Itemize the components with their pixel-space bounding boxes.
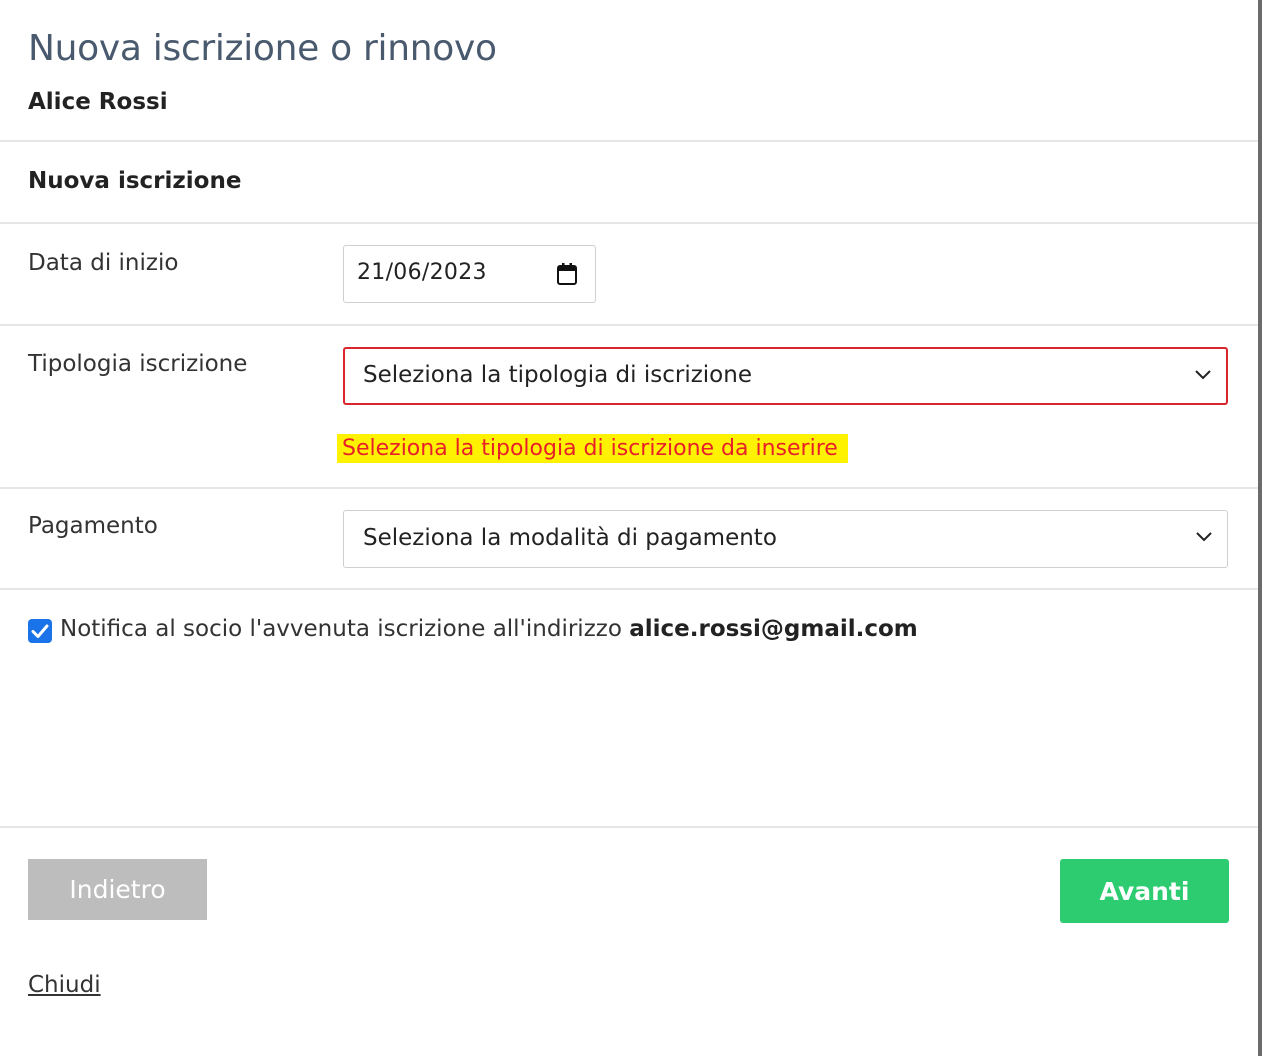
notify-checkbox[interactable]: [28, 619, 52, 643]
divider: [0, 324, 1258, 326]
divider: [0, 826, 1258, 828]
payment-label: Pagamento: [28, 513, 158, 539]
notify-label: Notifica al socio l'avvenuta iscrizione …: [60, 616, 918, 642]
close-link[interactable]: Chiudi: [28, 972, 101, 998]
calendar-icon[interactable]: [557, 263, 577, 285]
divider: [0, 140, 1258, 142]
divider: [0, 487, 1258, 489]
notify-email: alice.rossi@gmail.com: [629, 616, 918, 642]
type-label: Tipologia iscrizione: [28, 351, 248, 377]
type-select[interactable]: Seleziona la tipologia di iscrizione: [343, 347, 1228, 405]
back-button[interactable]: Indietro: [28, 859, 207, 920]
start-date-label: Data di inizio: [28, 250, 179, 276]
start-date-input[interactable]: 21/06/2023: [343, 245, 596, 303]
member-name: Alice Rossi: [28, 89, 168, 115]
divider: [0, 222, 1258, 224]
type-error-message: Seleziona la tipologia di iscrizione da …: [337, 434, 848, 463]
type-select-value: Seleziona la tipologia di iscrizione: [363, 362, 752, 388]
window-edge: [1258, 0, 1262, 1056]
modal-title: Nuova iscrizione o rinnovo: [28, 28, 497, 69]
payment-select-value: Seleziona la modalità di pagamento: [363, 525, 777, 551]
notify-text: Notifica al socio l'avvenuta iscrizione …: [60, 616, 630, 642]
checkmark-icon: [31, 624, 49, 638]
subscription-modal: Nuova iscrizione o rinnovo Alice Rossi N…: [0, 0, 1258, 1056]
chevron-down-icon: [1196, 532, 1212, 542]
chevron-down-icon: [1195, 370, 1211, 380]
divider: [0, 588, 1258, 590]
payment-select[interactable]: Seleziona la modalità di pagamento: [343, 510, 1228, 568]
next-button[interactable]: Avanti: [1060, 859, 1229, 923]
section-title: Nuova iscrizione: [28, 168, 242, 194]
start-date-value: 21/06/2023: [357, 260, 487, 285]
